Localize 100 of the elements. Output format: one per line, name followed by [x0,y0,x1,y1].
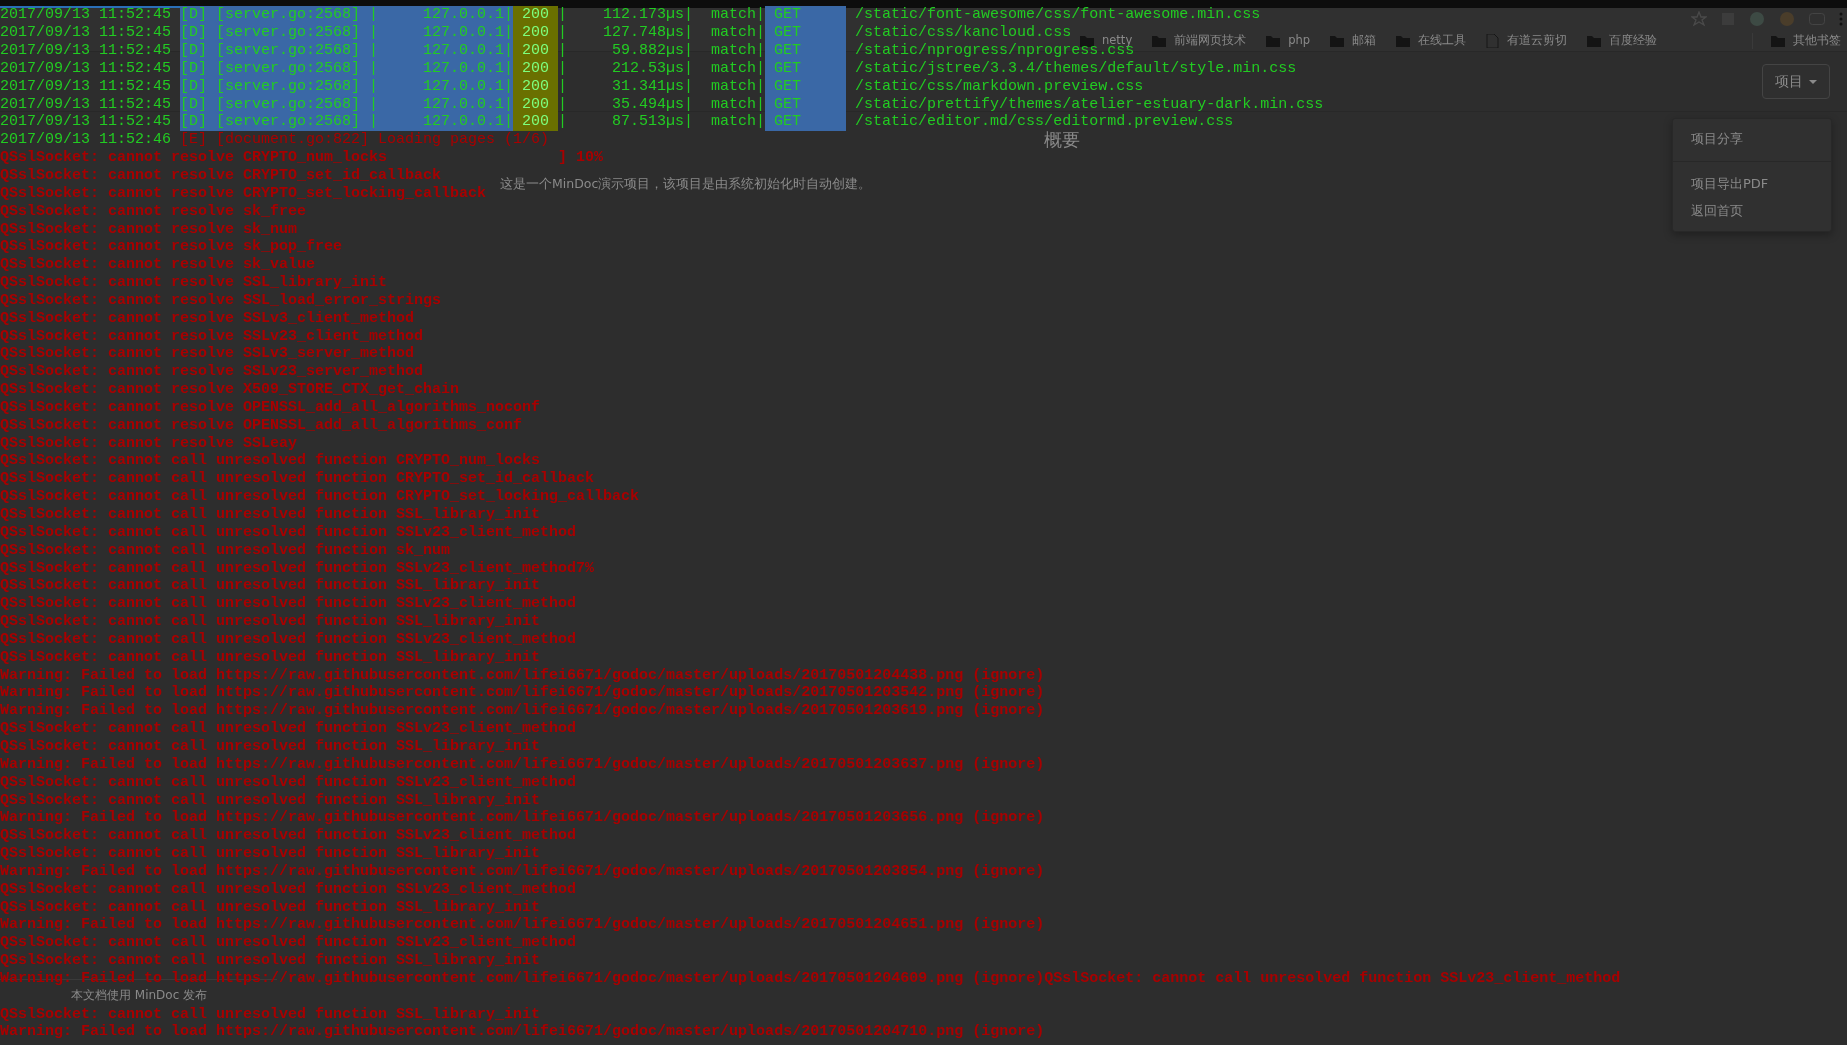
timestamp: 2017/09/13 11:52:45 [0,59,173,78]
error-message: QSslSocket: cannot resolve SSLv23_client_method [0,327,424,346]
response-time: | 127.748µs| [558,24,694,43]
page-heading: 概要 [1044,129,1080,150]
error-message: QSslSocket: cannot call unresolved function SSL_library_init [0,845,541,863]
bookmark[interactable]: 百度经验 [1587,31,1658,50]
timestamp: 2017/09/13 11:52:45 [0,42,173,60]
response-time: | 112.173µs| [558,6,694,25]
error-message: Warning: Failed to load https://raw.githubusercontent.com/lifei6671/godoc/master/uploads/20170501203656.png (ignore) [0,809,1045,828]
error-message: QSslSocket: cannot resolve sk_value [0,256,316,275]
http-method: GET [765,6,847,25]
error-message: QSslSocket: cannot resolve CRYPTO_set_locking_callback [0,184,487,203]
status-code: 200 [513,42,559,60]
error-message: QSslSocket: cannot resolve OPENSSL_add_all_algorithms_noconf [0,398,541,417]
error-message: QSslSocket: cannot call unresolved function SSLv23_client_method [0,934,577,953]
timestamp: 2017/09/13 11:52:45 [0,113,173,132]
folder-icon [1771,34,1785,47]
error-message: QSslSocket: cannot resolve X509_STORE_CTX_get_chain [0,381,460,399]
route-match: match| [711,113,766,132]
error-message: Warning: Failed to load https://raw.githubusercontent.com/lifei6671/godoc/master/uploads/20170501203619.png (ignore) [0,702,1045,721]
error-message: QSslSocket: cannot resolve SSLv23_server_method [0,363,424,382]
error-message: QSslSocket: cannot resolve sk_free [0,202,307,221]
error-message: QSslSocket: cannot call unresolved function SSLv23_client_method7% [0,559,595,578]
footer-text: 本文档使用 MinDoc 发布 [71,988,208,1002]
request-path: /static/jstree/3.3.4/themes/default/style.min.css [855,59,1297,78]
timestamp: 2017/09/13 11:52:45 [0,6,173,25]
bookmark[interactable]: 邮箱 [1330,31,1377,50]
response-time: | 59.882µs| [558,42,694,60]
menu-item[interactable]: 项目分享 [1673,125,1831,153]
response-time: | 35.494µs| [558,95,694,114]
request-path: /static/prettify/themes/atelier-estuary-dark.min.css [855,95,1324,114]
request-path: /static/css/kancloud.css [855,24,1072,43]
error-message: QSslSocket: cannot call unresolved function SSLv23_client_method [0,630,577,649]
error-message: QSslSocket: cannot resolve SSLeay [0,434,298,453]
error-message: Warning: Failed to load https://raw.githubusercontent.com/lifei6671/godoc/master/uploads/20170501203637.png (ignore) [0,755,1045,774]
error-message: Warning: Failed to load https://raw.githubusercontent.com/lifei6671/godoc/master/uploads/20170501204609.png (ignore)QSslSocket: cannot call unresolved function SSLv23_client_method [0,969,1621,988]
menu-item[interactable]: 返回首页 [1673,197,1831,225]
timestamp: 2017/09/13 11:52:45 [0,24,173,43]
request-path: /static/font-awesome/css/font-awesome.min.css [855,6,1261,25]
bookmark[interactable]: 其他书签 [1771,31,1841,50]
bookmark[interactable]: 在线工具 [1396,31,1467,50]
error-message: QSslSocket: cannot resolve SSLv3_client_method [0,309,415,328]
log-source: [D] [server.go:2568] | 127.0.0.1| [180,113,514,132]
error-message: QSslSocket: cannot call unresolved function CRYPTO_set_locking_callback [0,488,640,506]
error-message: QSslSocket: cannot call unresolved function CRYPTO_num_locks [0,452,541,471]
error-message: QSslSocket: cannot resolve OPENSSL_add_all_algorithms_conf [0,416,523,435]
project-button[interactable]: 项目 [1762,64,1830,99]
folder-icon [1587,34,1602,47]
page-icon [1486,33,1500,48]
response-time: | 87.513µs| [558,113,694,132]
http-method: GET [765,42,847,60]
error-message: Warning: Failed to load https://raw.githubusercontent.com/lifei6671/godoc/master/uploads/20170501203542.png (ignore) [0,684,1045,703]
bookmark[interactable]: php [1266,31,1311,50]
error-message: QSslSocket: cannot call unresolved function SSL_library_init [0,952,541,970]
route-match: match| [711,77,766,96]
folder-icon [1266,34,1281,47]
error-message: QSslSocket: cannot call unresolved function SSL_library_init [0,738,541,756]
http-method: GET [765,113,847,132]
error-message: QSslSocket: cannot call unresolved function SSLv23_client_method [0,595,577,614]
timestamp: 2017/09/13 11:52:45 [0,77,173,96]
status-code: 200 [513,113,559,132]
status-code: 200 [513,6,559,25]
folder-icon [1330,34,1345,47]
error-message: Warning: Failed to load https://raw.githubusercontent.com/lifei6671/godoc/master/uploads/20170501203854.png (ignore) [0,862,1045,881]
error-message: Warning: Failed to load https://raw.githubusercontent.com/lifei6671/godoc/master/uploads/20170501204710.png (ignore) [0,1023,1045,1042]
menu-item[interactable]: 项目导出PDF [1673,169,1831,197]
route-match: match| [711,59,766,78]
error-message: QSslSocket: cannot call unresolved function SSL_library_init [0,648,541,667]
error-message: QSslSocket: cannot call unresolved function SSLv23_client_method [0,523,577,542]
log-source: [D] [server.go:2568] | 127.0.0.1| [180,6,514,25]
error-message: QSslSocket: cannot resolve CRYPTO_num_locks ] 10% [0,149,604,167]
error-message: QSslSocket: cannot resolve sk_num [0,220,298,239]
error-message: QSslSocket: cannot call unresolved function SSL_library_init [0,613,541,631]
route-match: match| [711,95,766,114]
star-icon[interactable] [1691,11,1707,27]
error-message: Warning: Failed to load https://raw.githubusercontent.com/lifei6671/godoc/master/uploads/20170501204651.png (ignore) [0,916,1045,935]
error-message: QSslSocket: cannot resolve CRYPTO_set_id_callback [0,167,442,185]
error-message: QSslSocket: cannot call unresolved function SSL_library_init [0,898,541,917]
folder-icon [1396,34,1411,47]
error-message: QSslSocket: cannot call unresolved function SSL_library_init [0,506,541,524]
error-message: QSslSocket: cannot call unresolved function SSLv23_client_method [0,880,577,899]
error-message: QSslSocket: cannot call unresolved function SSL_library_init [0,791,541,810]
error-message: QSslSocket: cannot call unresolved function SSLv23_client_method [0,720,577,738]
log-message: [E] [document.go:822] Loading pages (1/6) [180,131,550,150]
bookmark[interactable]: 有道云剪切 [1486,31,1568,50]
bookmark[interactable]: 前端网页技术 [1152,31,1247,50]
error-message: QSslSocket: cannot call unresolved function SSL_library_init [0,577,541,596]
error-message: QSslSocket: cannot resolve SSL_library_init [0,274,388,292]
error-message: QSslSocket: cannot resolve SSLv3_server_method [0,345,415,364]
response-time: | 212.53µs| [558,59,694,78]
route-match: match| [711,42,766,60]
timestamp: 2017/09/13 11:52:45 [0,95,173,114]
error-message: QSslSocket: cannot call unresolved function SSLv23_client_method [0,827,577,846]
error-message: Warning: Failed to load https://raw.githubusercontent.com/lifei6671/godoc/master/uploads/20170501204438.png (ignore) [0,666,1045,685]
timestamp: 2017/09/13 11:52:46 [0,131,173,150]
request-path: /static/editor.md/css/editormd.preview.css [855,113,1234,131]
error-message: QSslSocket: cannot call unresolved function sk_num [0,541,451,560]
error-message: QSslSocket: cannot resolve SSL_load_error_strings [0,291,442,310]
error-message: QSslSocket: cannot call unresolved function SSLv23_client_method [0,773,577,792]
error-message: QSslSocket: cannot call unresolved function CRYPTO_set_id_callback [0,470,595,489]
